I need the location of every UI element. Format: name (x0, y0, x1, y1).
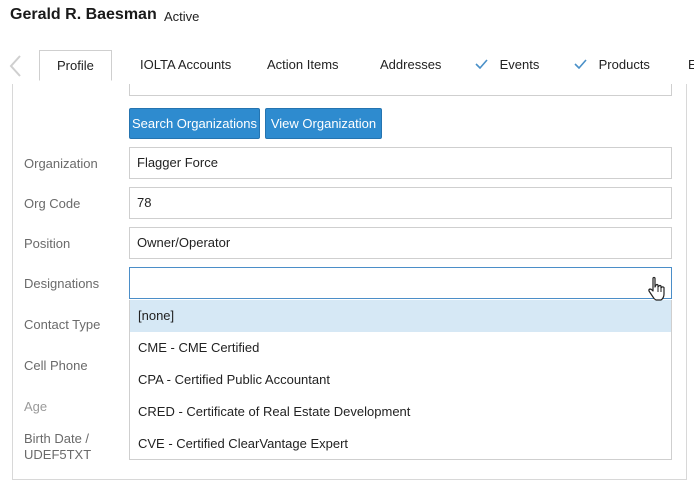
tab-label: IOLTA Accounts (140, 57, 232, 72)
tab-iolta-accounts[interactable]: IOLTA Accounts (140, 50, 231, 80)
tab-profile[interactable]: Profile (39, 50, 112, 81)
tab-products[interactable]: Products (574, 50, 650, 80)
designations-label: Designations (24, 276, 100, 291)
tab-overflow[interactable]: E (688, 50, 694, 80)
designations-select[interactable] (129, 267, 672, 299)
contact-name: Gerald R. Baesman (10, 6, 157, 23)
organization-search-field[interactable] (129, 84, 672, 96)
tab-events[interactable]: Events (475, 50, 539, 80)
position-label: Position (24, 236, 71, 251)
tab-bar: Profile IOLTA Accounts Action Items Addr… (0, 48, 694, 84)
search-organizations-button[interactable]: Search Organizations (129, 108, 260, 139)
org-code-field[interactable]: 78 (129, 187, 672, 219)
checkmark-icon (475, 57, 492, 72)
age-label: Age (24, 399, 48, 414)
view-organization-button[interactable]: View Organization (265, 108, 382, 139)
status-text: Active (164, 9, 200, 24)
tab-label: Events (499, 57, 540, 72)
cell-phone-label: Cell Phone (24, 358, 88, 373)
dropdown-option[interactable]: CME - CME Certified (130, 332, 671, 364)
checkmark-icon (574, 57, 591, 72)
tab-label: E (688, 57, 694, 72)
birth-date-label-line2: UDEF5TXT (24, 447, 92, 462)
tab-label: Profile (57, 58, 94, 73)
tab-label: Products (598, 57, 650, 72)
dropdown-option[interactable]: CRED - Certificate of Real Estate Develo… (130, 396, 671, 428)
dropdown-option[interactable]: CVE - Certified ClearVantage Expert (130, 428, 671, 460)
tab-label: Action Items (267, 57, 339, 72)
dropdown-option[interactable]: [none] (130, 300, 671, 332)
tab-label: Addresses (380, 57, 442, 72)
birth-date-label-line1: Birth Date / (24, 431, 90, 446)
contact-type-label: Contact Type (24, 317, 101, 332)
hand-cursor-icon (646, 276, 668, 302)
tab-action-items[interactable]: Action Items (267, 50, 339, 80)
organization-label: Organization (24, 156, 98, 171)
dropdown-option[interactable]: CPA - Certified Public Accountant (130, 364, 671, 396)
designations-dropdown: [none] CME - CME Certified CPA - Certifi… (129, 300, 672, 460)
organization-field[interactable]: Flagger Force (129, 147, 672, 179)
tab-addresses[interactable]: Addresses (380, 50, 441, 80)
position-field[interactable]: Owner/Operator (129, 227, 672, 259)
org-code-label: Org Code (24, 196, 81, 211)
